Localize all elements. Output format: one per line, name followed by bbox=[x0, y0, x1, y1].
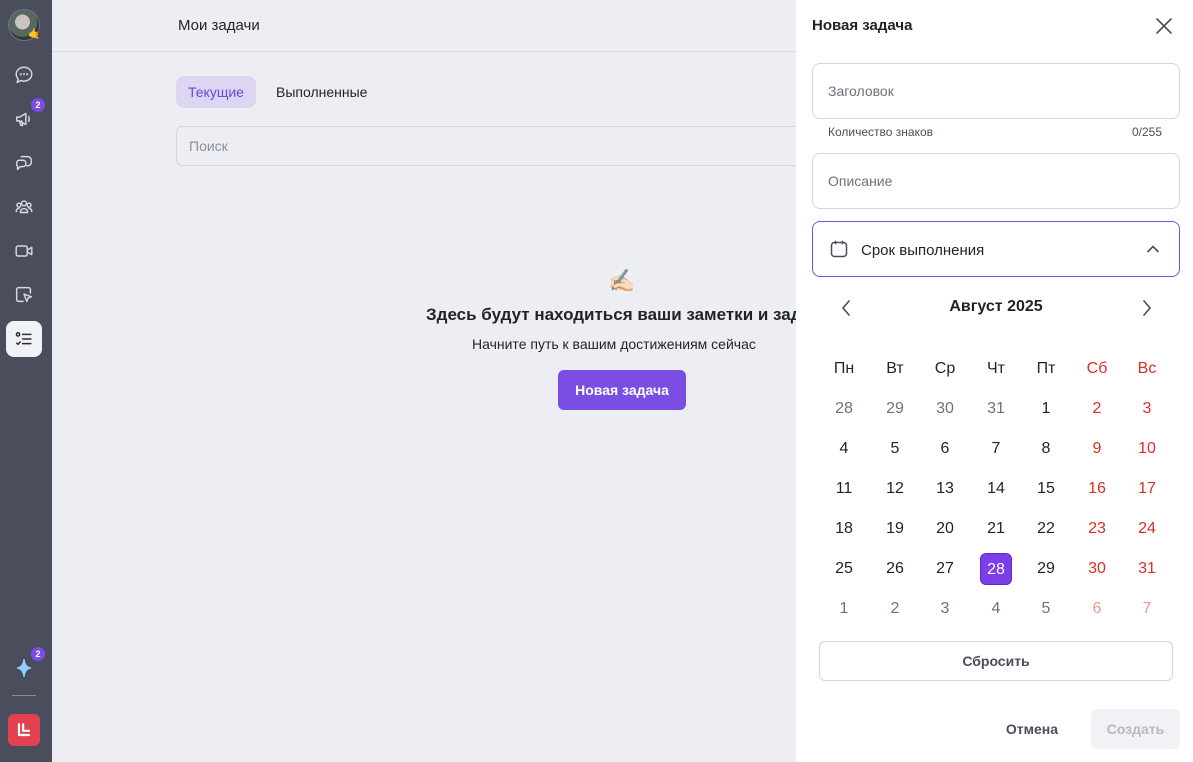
weekday-label: Сб bbox=[1086, 360, 1108, 377]
calendar-day[interactable]: 23 bbox=[1081, 513, 1113, 545]
calendar-day[interactable]: 20 bbox=[929, 513, 961, 545]
calendar-day[interactable]: 18 bbox=[828, 513, 860, 545]
sidebar-item-video[interactable] bbox=[6, 233, 42, 269]
calendar-day[interactable]: 5 bbox=[1030, 593, 1062, 625]
calendar-day[interactable]: 2 bbox=[1081, 393, 1113, 425]
calendar-day[interactable]: 31 bbox=[980, 393, 1012, 425]
calendar-day[interactable]: 31 bbox=[1131, 553, 1163, 585]
sidebar-item-discussions[interactable] bbox=[6, 145, 42, 181]
calendar-day[interactable]: 29 bbox=[879, 393, 911, 425]
empty-state-subtitle: Начните путь к вашим достижениям сейчас bbox=[472, 336, 756, 352]
calendar-day[interactable]: 11 bbox=[828, 473, 860, 505]
calendar-day[interactable]: 26 bbox=[879, 553, 911, 585]
weekday-label: Вс bbox=[1137, 360, 1157, 377]
calendar-day[interactable]: 1 bbox=[1030, 393, 1062, 425]
sidebar-divider bbox=[12, 695, 36, 696]
calendar-day[interactable]: 29 bbox=[1030, 553, 1062, 585]
tab-current[interactable]: Текущие bbox=[176, 76, 256, 108]
page-title: Мои задачи bbox=[178, 17, 260, 34]
calendar-day[interactable]: 8 bbox=[1030, 433, 1062, 465]
calendar-day[interactable]: 6 bbox=[929, 433, 961, 465]
calendar-day[interactable]: 6 bbox=[1081, 593, 1113, 625]
sidebar-item-tasks[interactable] bbox=[6, 321, 42, 357]
close-button[interactable] bbox=[1152, 14, 1176, 38]
sidebar-item-groups[interactable] bbox=[6, 189, 42, 225]
next-month-button[interactable] bbox=[1137, 298, 1157, 318]
weekday-label: Ср bbox=[934, 360, 956, 377]
calendar-day[interactable]: 17 bbox=[1131, 473, 1163, 505]
calendar-day[interactable]: 22 bbox=[1030, 513, 1062, 545]
logo-icon bbox=[17, 723, 31, 737]
calendar-day[interactable]: 15 bbox=[1030, 473, 1062, 505]
char-count-value: 0/255 bbox=[1132, 125, 1163, 139]
writing-hand-icon: ✍🏻 bbox=[608, 268, 636, 293]
calendar-day[interactable]: 25 bbox=[828, 553, 860, 585]
calendar-day[interactable]: 24 bbox=[1131, 513, 1163, 545]
calendar-day[interactable]: 21 bbox=[980, 513, 1012, 545]
calendar-day[interactable]: 12 bbox=[879, 473, 911, 505]
calendar-day[interactable]: 19 bbox=[879, 513, 911, 545]
app-logo[interactable] bbox=[8, 714, 40, 746]
calendar-day[interactable]: 9 bbox=[1081, 433, 1113, 465]
calendar-icon bbox=[829, 239, 849, 259]
calendar-day[interactable]: 4 bbox=[828, 433, 860, 465]
chevron-left-icon bbox=[841, 300, 850, 316]
chevron-up-icon bbox=[1145, 241, 1161, 257]
calendar-day[interactable]: 16 bbox=[1081, 473, 1113, 505]
calendar-day[interactable]: 30 bbox=[1081, 553, 1113, 585]
pointer-board-icon bbox=[15, 286, 33, 303]
panel-title: Новая задача bbox=[812, 17, 913, 34]
deadline-label: Срок выполнения bbox=[861, 242, 985, 259]
chevron-right-icon bbox=[1143, 300, 1152, 316]
calendar-day[interactable]: 13 bbox=[929, 473, 961, 505]
cancel-button[interactable]: Отмена bbox=[992, 709, 1072, 749]
calendar-day[interactable]: 4 bbox=[980, 593, 1012, 625]
new-task-button[interactable]: Новая задача bbox=[558, 370, 686, 410]
groups-icon bbox=[15, 200, 33, 214]
calendar-day[interactable]: 7 bbox=[1131, 593, 1163, 625]
sidebar: 🤙 2 2 bbox=[0, 0, 52, 762]
reset-button[interactable]: Сбросить bbox=[819, 641, 1173, 681]
create-button[interactable]: Создать bbox=[1091, 709, 1180, 749]
tab-completed[interactable]: Выполненные bbox=[264, 76, 379, 108]
calendar-day[interactable]: 3 bbox=[929, 593, 961, 625]
megaphone-icon bbox=[15, 112, 31, 127]
char-count-label: Количество знаков bbox=[828, 125, 934, 139]
sparkle-icon bbox=[16, 659, 32, 677]
weekday-label: Вт bbox=[886, 360, 904, 377]
video-icon bbox=[15, 245, 33, 257]
sidebar-item-chats[interactable] bbox=[6, 57, 42, 93]
chat-icon bbox=[15, 66, 33, 84]
assistant-badge: 2 bbox=[31, 647, 45, 661]
prev-month-button[interactable] bbox=[836, 298, 856, 318]
comments-icon bbox=[15, 155, 33, 171]
tasks-icon bbox=[15, 332, 32, 346]
avatar-status-emoji: 🤙 bbox=[28, 29, 41, 40]
deadline-dropdown[interactable]: Срок выполнения bbox=[812, 221, 1180, 277]
calendar-month-label: Август 2025 bbox=[949, 298, 1043, 315]
calendar-day[interactable]: 14 bbox=[980, 473, 1012, 505]
calendar-day[interactable]: 27 bbox=[929, 553, 961, 585]
main-header: Мои задачи bbox=[52, 0, 796, 52]
calendar-day[interactable]: 10 bbox=[1131, 433, 1163, 465]
weekday-label: Пн bbox=[833, 360, 855, 377]
empty-state-title: Здесь будут находиться ваши заметки и за… bbox=[426, 305, 831, 324]
calendar-day[interactable]: 2 bbox=[879, 593, 911, 625]
sidebar-item-board[interactable] bbox=[6, 277, 42, 313]
search-input[interactable]: Поиск bbox=[176, 126, 816, 166]
close-icon bbox=[1156, 18, 1172, 34]
announcements-badge: 2 bbox=[31, 98, 45, 112]
calendar-day[interactable]: 1 bbox=[828, 593, 860, 625]
calendar-day[interactable]: 7 bbox=[980, 433, 1012, 465]
calendar-day[interactable]: 30 bbox=[929, 393, 961, 425]
weekday-label: Чт bbox=[987, 360, 1005, 377]
task-description-field[interactable]: Описание bbox=[812, 153, 1180, 209]
calendar-day[interactable]: 3 bbox=[1131, 393, 1163, 425]
weekday-label: Пт bbox=[1036, 360, 1056, 377]
calendar-day[interactable]: 28 bbox=[828, 393, 860, 425]
calendar-day-selected[interactable]: 28 bbox=[980, 553, 1012, 585]
calendar-day[interactable]: 5 bbox=[879, 433, 911, 465]
task-title-field[interactable]: Заголовок bbox=[812, 63, 1180, 119]
new-task-panel: Новая задача Заголовок Количество знаков… bbox=[796, 0, 1193, 762]
